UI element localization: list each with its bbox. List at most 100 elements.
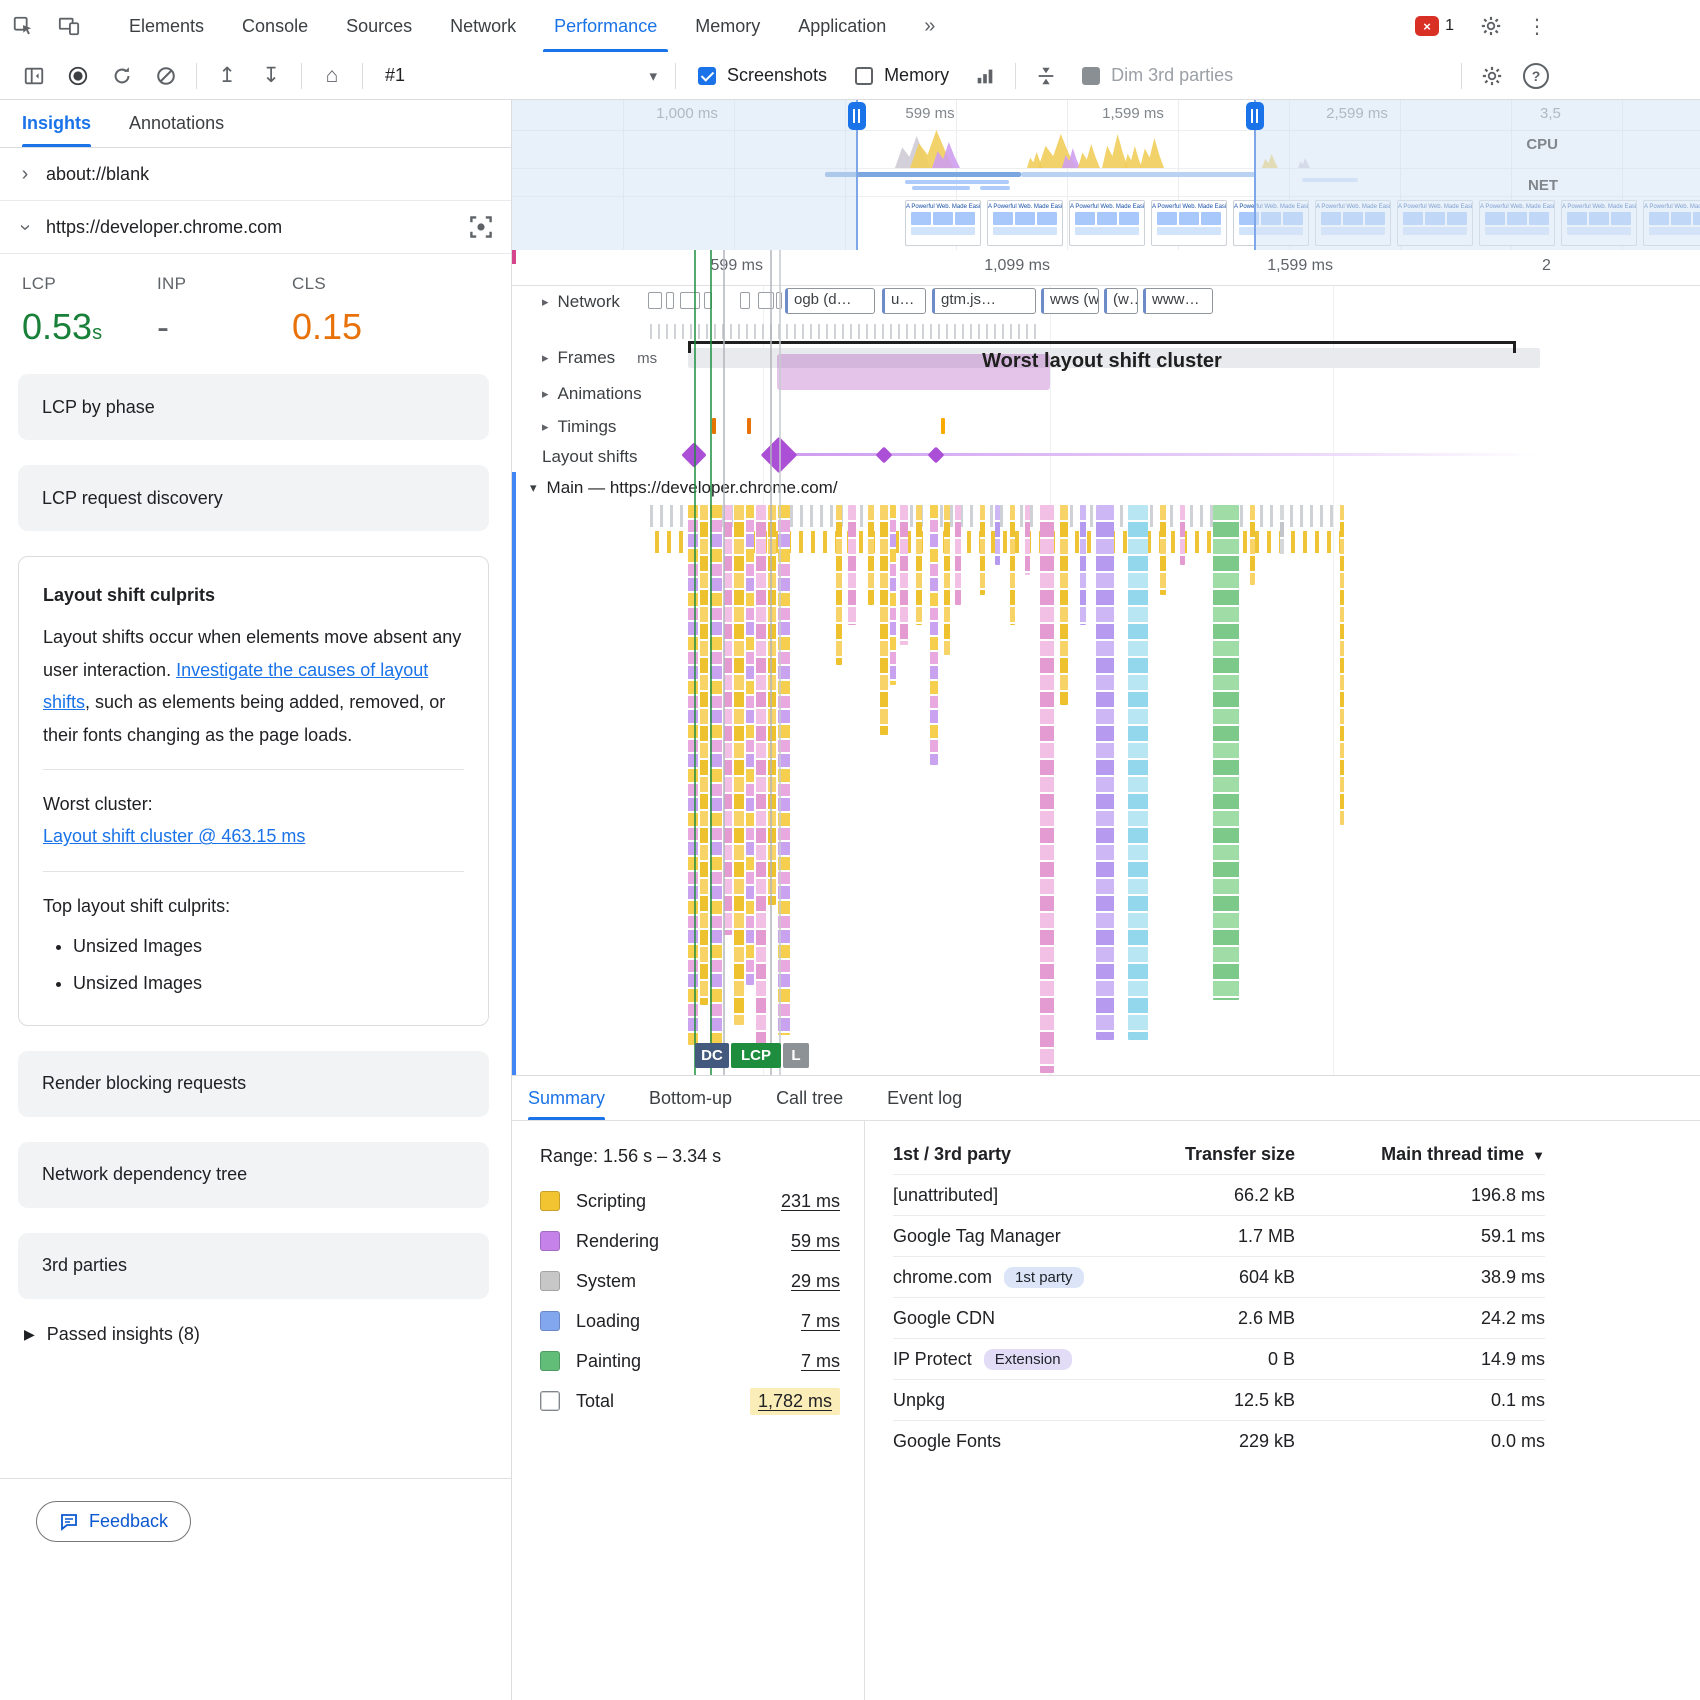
flame-chart-column[interactable] bbox=[880, 505, 888, 735]
animations-track-label[interactable]: ▸ Animations bbox=[542, 384, 642, 404]
flame-chart-column[interactable] bbox=[1340, 505, 1344, 825]
network-request-chip[interactable]: ogb (d… bbox=[785, 288, 875, 314]
table-row[interactable]: Google Tag Manager 1.7 MB 59.1 ms bbox=[893, 1215, 1545, 1256]
flame-chart-column[interactable] bbox=[944, 505, 950, 655]
error-icon[interactable]: × bbox=[1415, 16, 1439, 36]
network-track-label[interactable]: ▸ Network bbox=[542, 292, 620, 312]
navigation-row-blank[interactable]: › about://blank bbox=[0, 148, 511, 201]
filmstrip-thumbnail[interactable]: A Powerful Web. Made Easier. bbox=[905, 200, 981, 246]
timings-track-label[interactable]: ▸ Timings bbox=[542, 417, 616, 437]
table-row[interactable]: Google Fonts 229 kB 0.0 ms bbox=[893, 1420, 1545, 1461]
clear-icon[interactable] bbox=[149, 59, 183, 93]
capture-settings-gear-icon[interactable] bbox=[1475, 59, 1509, 93]
save-profile-icon[interactable]: ↧ bbox=[254, 59, 288, 93]
tab-insights[interactable]: Insights bbox=[22, 100, 91, 147]
flame-chart-column[interactable] bbox=[1010, 505, 1015, 625]
network-request-chip[interactable]: (w… bbox=[1104, 288, 1138, 314]
tab-network[interactable]: Network bbox=[431, 0, 535, 52]
flame-chart-column[interactable] bbox=[1040, 505, 1054, 1073]
timing-mark[interactable] bbox=[747, 418, 751, 434]
legend-value[interactable]: 231 ms bbox=[781, 1191, 840, 1212]
insight-card-network-dependency-tree[interactable]: Network dependency tree bbox=[18, 1142, 489, 1208]
metric-inp[interactable]: INP - bbox=[157, 274, 292, 348]
network-request-tick[interactable] bbox=[740, 292, 750, 309]
flame-chart-column[interactable] bbox=[890, 505, 896, 685]
flame-chart-column[interactable] bbox=[1096, 505, 1114, 1040]
flame-chart-column[interactable] bbox=[746, 505, 754, 985]
network-request-chip[interactable]: u… bbox=[882, 288, 926, 314]
layout-shift-diamond[interactable] bbox=[876, 447, 893, 464]
insight-card-render-blocking[interactable]: Render blocking requests bbox=[18, 1051, 489, 1117]
table-row[interactable]: Google CDN 2.6 MB 24.2 ms bbox=[893, 1297, 1545, 1338]
flame-chart-column[interactable] bbox=[1160, 505, 1166, 595]
tab-bottom-up[interactable]: Bottom-up bbox=[649, 1076, 732, 1120]
network-request-tick[interactable] bbox=[648, 292, 662, 309]
home-icon[interactable]: ⌂ bbox=[315, 59, 349, 93]
help-icon[interactable]: ? bbox=[1519, 59, 1553, 93]
flame-chart-column[interactable] bbox=[688, 505, 698, 1045]
throttling-icon[interactable] bbox=[1029, 59, 1063, 93]
table-row[interactable]: IP ProtectExtension 0 B 14.9 ms bbox=[893, 1338, 1545, 1379]
legend-value[interactable]: 7 ms bbox=[801, 1311, 840, 1332]
passed-insights-toggle[interactable]: ▶ Passed insights (8) bbox=[24, 1324, 489, 1345]
feedback-button[interactable]: Feedback bbox=[36, 1501, 191, 1542]
flame-chart-column[interactable] bbox=[1213, 505, 1239, 1000]
flame-chart-column[interactable] bbox=[734, 505, 744, 1025]
tab-summary[interactable]: Summary bbox=[528, 1076, 605, 1120]
flame-chart-column[interactable] bbox=[980, 505, 985, 595]
network-request-chip[interactable]: wws (w… bbox=[1041, 288, 1099, 314]
timeline-tracks[interactable]: 599 ms1,099 ms1,599 ms2 ▸ Network ogb (d… bbox=[512, 250, 1700, 1075]
selection-handle[interactable] bbox=[848, 102, 866, 130]
tab-annotations[interactable]: Annotations bbox=[129, 100, 224, 147]
layout-shifts-track-label[interactable]: Layout shifts bbox=[542, 447, 637, 467]
load-profile-icon[interactable]: ↥ bbox=[210, 59, 244, 93]
record-icon[interactable] bbox=[61, 59, 95, 93]
toggle-sidebar-icon[interactable] bbox=[17, 59, 51, 93]
column-main-thread-time[interactable]: Main thread time▼ bbox=[1295, 1144, 1545, 1165]
flame-chart-column[interactable] bbox=[916, 505, 922, 625]
flame-chart-column[interactable] bbox=[900, 505, 908, 645]
network-request-chip[interactable]: www… bbox=[1143, 288, 1213, 314]
history-select[interactable]: #1 ▾ bbox=[371, 59, 667, 93]
flame-chart-column[interactable] bbox=[848, 505, 856, 625]
network-request-chip[interactable]: gtm.js… bbox=[932, 288, 1036, 314]
worst-cluster-link[interactable]: Layout shift cluster @ 463.15 ms bbox=[43, 826, 305, 846]
total-value[interactable]: 1,782 ms bbox=[758, 1391, 832, 1411]
timing-mark[interactable] bbox=[941, 418, 945, 434]
tab-memory[interactable]: Memory bbox=[676, 0, 779, 52]
flame-chart-column[interactable] bbox=[868, 505, 874, 605]
legend-value[interactable]: 7 ms bbox=[801, 1351, 840, 1372]
insight-card-lcp-by-phase[interactable]: LCP by phase bbox=[18, 374, 489, 440]
tab-elements[interactable]: Elements bbox=[110, 0, 223, 52]
filmstrip-thumbnail[interactable]: A Powerful Web. Made Easier. bbox=[987, 200, 1063, 246]
more-tabs-icon[interactable]: » bbox=[905, 0, 954, 52]
kebab-menu-icon[interactable]: ⋮ bbox=[1519, 8, 1555, 44]
page-event-marker[interactable]: DC bbox=[695, 1043, 729, 1068]
selection-handle[interactable] bbox=[1246, 102, 1264, 130]
screenshots-checkbox[interactable]: Screenshots bbox=[698, 65, 827, 86]
field-frame-icon[interactable] bbox=[469, 215, 493, 239]
metric-cls[interactable]: CLS 0.15 bbox=[292, 274, 427, 348]
reload-record-icon[interactable] bbox=[105, 59, 139, 93]
flame-chart-column[interactable] bbox=[1180, 505, 1185, 565]
filmstrip-thumbnail[interactable]: A Powerful Web. Made Easier. bbox=[1069, 200, 1145, 246]
tab-console[interactable]: Console bbox=[223, 0, 327, 52]
timing-mark[interactable] bbox=[712, 418, 716, 434]
flame-chart-column[interactable] bbox=[930, 505, 938, 765]
flame-chart-column[interactable] bbox=[836, 505, 842, 665]
flame-chart-column[interactable] bbox=[1128, 505, 1148, 1040]
table-row[interactable]: Unpkg 12.5 kB 0.1 ms bbox=[893, 1379, 1545, 1420]
flame-chart-column[interactable] bbox=[724, 505, 732, 935]
page-event-marker[interactable]: L bbox=[783, 1043, 809, 1068]
flame-chart-column[interactable] bbox=[756, 505, 766, 1050]
insight-card-layout-shift-culprits[interactable]: Layout shift culprits Layout shifts occu… bbox=[18, 556, 489, 1026]
inspect-element-icon[interactable] bbox=[5, 8, 41, 44]
metric-lcp[interactable]: LCP 0.53s bbox=[22, 274, 157, 348]
layout-shift-diamond[interactable] bbox=[928, 447, 945, 464]
legend-value[interactable]: 29 ms bbox=[791, 1271, 840, 1292]
filmstrip-thumbnail[interactable]: A Powerful Web. Made Easier. bbox=[1151, 200, 1227, 246]
table-row[interactable]: [unattributed] 66.2 kB 196.8 ms bbox=[893, 1174, 1545, 1215]
flame-chart-column[interactable] bbox=[955, 505, 961, 605]
network-request-tick[interactable] bbox=[666, 292, 674, 309]
flame-chart-column[interactable] bbox=[1025, 505, 1030, 575]
